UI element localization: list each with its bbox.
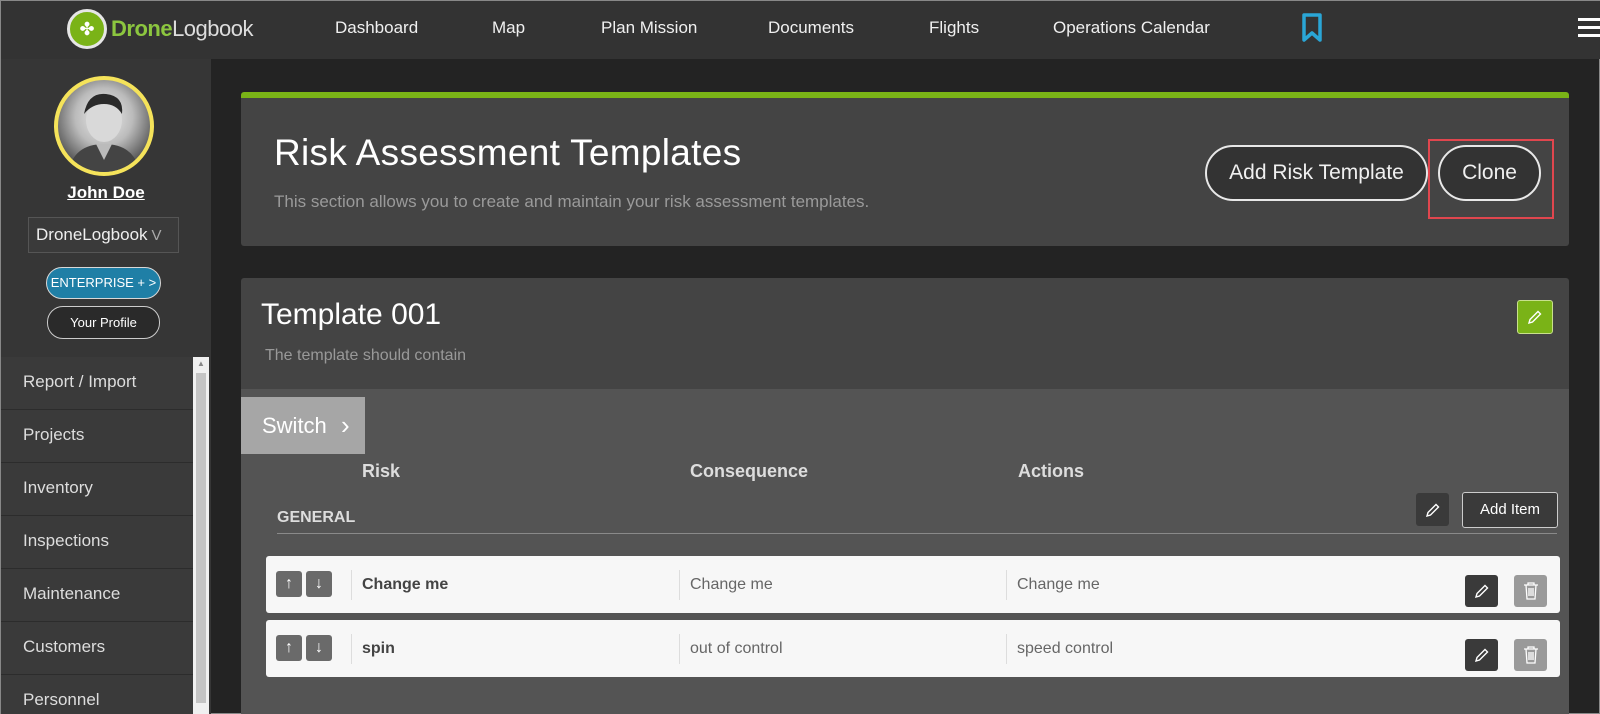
arrow-up-icon[interactable]: ↑ — [276, 571, 302, 597]
row-consequence: Change me — [690, 576, 773, 593]
edit-row-button[interactable] — [1465, 639, 1498, 671]
drone-logo-icon: ✤ — [67, 9, 107, 49]
brand-logo[interactable]: ✤ DroneLogbook — [67, 9, 253, 49]
column-header-risk: Risk — [362, 461, 401, 481]
org-select[interactable]: DroneLogbook V — [28, 217, 179, 253]
table-row: ↑ ↓ Change me Change me Change me — [266, 556, 1560, 613]
nav-map[interactable]: Map — [492, 18, 525, 38]
sidebar-item-maintenance[interactable]: Maintenance — [1, 569, 193, 622]
template-panel: Template 001 The template should contain… — [241, 278, 1569, 714]
sidebar-item-customers[interactable]: Customers — [1, 622, 193, 675]
nav-flights[interactable]: Flights — [929, 18, 979, 38]
edit-row-button[interactable] — [1465, 575, 1498, 607]
org-select-value: DroneLogbook — [36, 225, 148, 244]
sidebar-item-inspections[interactable]: Inspections — [1, 516, 193, 569]
header-panel: Risk Assessment Templates This section a… — [241, 92, 1569, 246]
nav-plan-mission[interactable]: Plan Mission — [601, 18, 697, 38]
hamburger-menu-icon[interactable] — [1578, 18, 1600, 38]
row-actions: speed control — [1017, 640, 1114, 657]
sidebar-item-report-import[interactable]: Report / Import — [1, 357, 193, 410]
pencil-icon — [1527, 310, 1542, 325]
row-risk: Change me — [362, 576, 449, 593]
pencil-icon — [1474, 648, 1488, 663]
column-header-consequence: Consequence — [690, 461, 809, 481]
arrow-up-icon[interactable]: ↑ — [276, 635, 302, 661]
sidebar-menu: Report / Import Projects Inventory Inspe… — [1, 357, 193, 714]
arrow-down-icon[interactable]: ↓ — [306, 635, 332, 661]
sidebar-item-projects[interactable]: Projects — [1, 410, 193, 463]
switch-label: Switch — [262, 413, 327, 438]
trash-icon — [1523, 646, 1538, 664]
bookmark-icon[interactable] — [1301, 13, 1323, 43]
table-row: ↑ ↓ spin out of control speed control — [266, 620, 1560, 677]
chevron-down-icon: V — [151, 227, 162, 244]
top-nav: ✤ DroneLogbook Dashboard Map Plan Missio… — [1, 1, 1600, 59]
template-description: The template should contain — [265, 347, 467, 364]
trash-icon — [1523, 582, 1538, 600]
nav-operations-calendar[interactable]: Operations Calendar — [1053, 18, 1210, 38]
row-consequence: out of control — [690, 640, 783, 657]
delete-row-button[interactable] — [1514, 575, 1547, 607]
add-item-button[interactable]: Add Item — [1462, 492, 1558, 528]
arrow-down-icon[interactable]: ↓ — [306, 571, 332, 597]
avatar[interactable] — [54, 76, 154, 176]
section-divider — [277, 533, 1557, 534]
enterprise-plan-button[interactable]: ENTERPRISE + > — [46, 267, 161, 299]
pencil-icon — [1474, 584, 1488, 599]
switch-button[interactable]: Switch › — [241, 397, 365, 454]
row-actions: Change me — [1017, 576, 1100, 593]
brand-name-rest: Logbook — [172, 16, 253, 41]
your-profile-button[interactable]: Your Profile — [47, 306, 160, 339]
nav-documents[interactable]: Documents — [768, 18, 854, 38]
sidebar: John Doe DroneLogbook V ENTERPRISE + > Yo… — [1, 59, 211, 714]
section-label-general: GENERAL — [277, 509, 356, 526]
scroll-up-icon[interactable]: ▲ — [193, 357, 209, 371]
delete-row-button[interactable] — [1514, 639, 1547, 671]
page-title: Risk Assessment Templates — [274, 132, 742, 173]
sidebar-scrollbar[interactable]: ▲ — [193, 357, 209, 714]
page-description: This section allows you to create and ma… — [274, 192, 870, 211]
clone-button[interactable]: Clone — [1438, 145, 1541, 201]
brand-name-highlight: Drone — [111, 16, 173, 41]
chevron-right-icon: › — [341, 410, 350, 440]
pencil-icon — [1425, 503, 1439, 517]
row-risk: spin — [362, 640, 395, 657]
nav-dashboard[interactable]: Dashboard — [335, 18, 418, 38]
scrollbar-thumb[interactable] — [196, 373, 206, 703]
edit-template-button[interactable] — [1517, 300, 1553, 334]
column-header-actions: Actions — [1018, 461, 1085, 481]
edit-section-button[interactable] — [1416, 493, 1449, 526]
add-risk-template-button[interactable]: Add Risk Template — [1205, 145, 1428, 201]
sidebar-item-inventory[interactable]: Inventory — [1, 463, 193, 516]
profile-username[interactable]: John Doe — [1, 183, 211, 203]
template-title: Template 001 — [261, 298, 442, 331]
sidebar-item-personnel[interactable]: Personnel — [1, 675, 193, 714]
risk-table: Switch › Risk Consequence Actions GENERA… — [241, 389, 1569, 714]
